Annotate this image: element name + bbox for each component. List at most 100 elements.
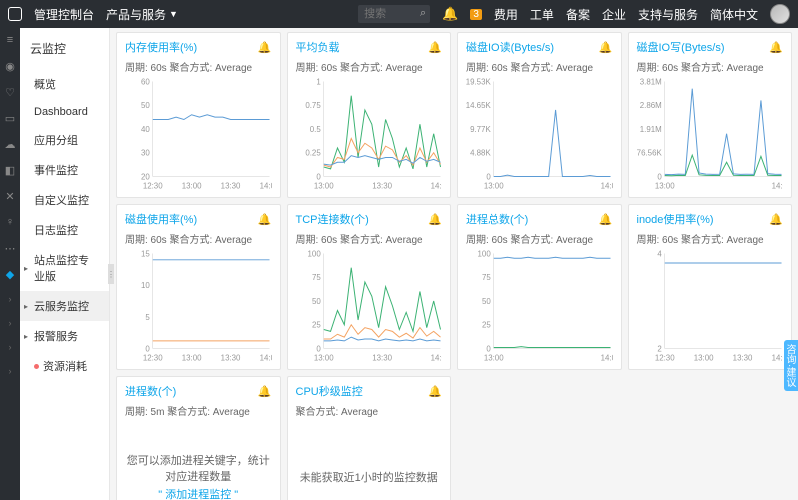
svg-text:50: 50 <box>482 297 491 306</box>
card-inode: inode使用率(%)🔔周期: 60s 聚合方式: Average4212:30… <box>628 204 793 370</box>
card-title[interactable]: TCP连接数(个) <box>296 211 369 227</box>
card-period: 周期: 5m 聚合方式: Average <box>125 403 272 418</box>
card-period: 周期: 60s 聚合方式: Average <box>466 231 613 246</box>
brand-icon <box>8 7 22 21</box>
caret-icon: ▸ <box>24 332 28 341</box>
svg-text:12:30: 12:30 <box>143 353 163 362</box>
card-tcp: TCP连接数(个)🔔周期: 60s 聚合方式: Average100755025… <box>287 204 452 370</box>
nav-lang[interactable]: 简体中文 <box>710 6 758 23</box>
card-message: 您可以添加进程关键字，统计对应进程数量" 添加进程监控 " <box>125 418 272 500</box>
card-title[interactable]: 磁盘IO写(Bytes/s) <box>637 39 725 55</box>
rail-arrow-1[interactable]: › <box>9 294 12 304</box>
rail-monitor-icon[interactable]: ◆ <box>4 268 16 280</box>
rail-menu-icon[interactable]: ≡ <box>4 34 16 46</box>
rail-user-icon[interactable]: ♀ <box>4 216 16 228</box>
svg-text:12:30: 12:30 <box>654 353 674 362</box>
svg-text:0: 0 <box>486 344 491 353</box>
nav-billing[interactable]: 费用 <box>494 6 518 23</box>
nav-enterprise[interactable]: 企业 <box>602 6 626 23</box>
card-title[interactable]: inode使用率(%) <box>637 211 714 227</box>
bell-icon[interactable]: 🔔 <box>258 385 272 398</box>
bell-icon[interactable]: 🔔 <box>258 41 272 54</box>
rail-heart-icon[interactable]: ♡ <box>4 86 16 98</box>
card-load: 平均负载🔔周期: 60s 聚合方式: Average10.750.50.2501… <box>287 32 452 198</box>
bell-icon[interactable]: 🔔 <box>599 41 613 54</box>
search-icon[interactable]: ⌕ <box>420 7 426 20</box>
card-title[interactable]: 进程总数(个) <box>466 211 528 227</box>
svg-text:40: 40 <box>141 125 150 134</box>
sidebar-item-1[interactable]: Dashboard <box>20 99 109 125</box>
svg-text:25: 25 <box>482 321 491 330</box>
sidebar-item-2[interactable]: 应用分组 <box>20 125 109 155</box>
card-period: 周期: 60s 聚合方式: Average <box>296 231 443 246</box>
sidebar-item-3[interactable]: 事件监控 <box>20 155 109 185</box>
card-diskuse: 磁盘使用率(%)🔔周期: 60s 聚合方式: Average15105012:3… <box>116 204 281 370</box>
card-title[interactable]: 进程数(个) <box>125 383 176 399</box>
rail-arrow-4[interactable]: › <box>9 366 12 376</box>
svg-text:100: 100 <box>307 250 321 258</box>
rail-arrow-2[interactable]: › <box>9 318 12 328</box>
feedback-tab[interactable]: 咨询·建议 <box>784 340 798 391</box>
bell-icon[interactable]: 🔔 <box>428 385 442 398</box>
rail-home-icon[interactable]: ◉ <box>4 60 16 72</box>
rail-cloud-icon[interactable]: ☁ <box>4 138 16 150</box>
svg-text:14:00: 14:00 <box>260 181 272 190</box>
chart-area: 100755025013:0013:3014:00 <box>296 250 443 364</box>
rail-net-icon[interactable]: ✕ <box>4 190 16 202</box>
sidebar-toggle[interactable]: ⋮ <box>108 264 114 284</box>
svg-text:13:30: 13:30 <box>221 353 241 362</box>
sidebar-item-8[interactable]: ▸报警服务 <box>20 321 109 351</box>
notifications-badge[interactable]: 3 <box>470 9 482 20</box>
rail-dash-icon[interactable]: ▭ <box>4 112 16 124</box>
card-period: 周期: 60s 聚合方式: Average <box>466 59 613 74</box>
bell-icon[interactable]: 🔔 <box>258 213 272 226</box>
rail-db-icon[interactable]: ◧ <box>4 164 16 176</box>
sidebar-item-label: 自定义监控 <box>34 192 89 208</box>
card-period: 周期: 60s 聚合方式: Average <box>637 59 784 74</box>
bell-icon[interactable]: 🔔 <box>428 41 442 54</box>
card-title[interactable]: 平均负载 <box>296 39 340 55</box>
svg-text:13:00: 13:00 <box>313 353 333 362</box>
rail-more-icon[interactable]: ⋯ <box>4 242 16 254</box>
chart-area: 10.750.50.25013:0013:3014:00 <box>296 78 443 192</box>
products-menu[interactable]: 产品与服务 ▼ <box>106 6 178 23</box>
svg-text:13:30: 13:30 <box>221 181 241 190</box>
svg-text:0: 0 <box>145 344 150 353</box>
bell-icon[interactable]: 🔔 <box>769 41 783 54</box>
svg-text:1.91M: 1.91M <box>639 125 661 134</box>
content: 内存使用率(%)🔔周期: 60s 聚合方式: Average6050403020… <box>110 28 798 500</box>
sidebar-item-9[interactable]: 资源消耗 <box>20 351 109 381</box>
bell-icon[interactable]: 🔔 <box>428 213 442 226</box>
sidebar-item-4[interactable]: 自定义监控 <box>20 185 109 215</box>
sidebar-item-label: 应用分组 <box>34 132 78 148</box>
bell-icon[interactable]: 🔔 <box>769 213 783 226</box>
card-diskwrite: 磁盘IO写(Bytes/s) 🔔 周期: 60s 聚合方式: Average 3.81… <box>628 32 793 198</box>
notifications-bell[interactable]: 🔔 <box>442 6 458 22</box>
bell-icon[interactable]: 🔔 <box>599 213 613 226</box>
svg-text:0: 0 <box>316 172 321 181</box>
sidebar-item-6[interactable]: ▸站点监控专业版 <box>20 245 109 291</box>
sidebar-item-0[interactable]: 概览 <box>20 69 109 99</box>
chart-area: 100755025013:0014:00 <box>466 250 613 364</box>
card-title[interactable]: 磁盘使用率(%) <box>125 211 197 227</box>
main: ≡ ◉ ♡ ▭ ☁ ◧ ✕ ♀ ⋯ ◆ › › › › 云监控 概览 Dashbo… <box>0 28 798 500</box>
svg-text:13:30: 13:30 <box>372 181 392 190</box>
card-mem: 内存使用率(%)🔔周期: 60s 聚合方式: Average6050403020… <box>116 32 281 198</box>
sidebar-title: 云监控 <box>20 28 109 69</box>
svg-text:60: 60 <box>141 78 150 86</box>
card-title[interactable]: CPU秒级监控 <box>296 383 363 399</box>
nav-support[interactable]: 支持与服务 <box>638 6 698 23</box>
nav-beian[interactable]: 备案 <box>566 6 590 23</box>
card-title[interactable]: 内存使用率(%) <box>125 39 197 55</box>
avatar[interactable] <box>770 4 790 24</box>
sidebar-item-label: Dashboard <box>34 106 88 118</box>
svg-text:75: 75 <box>311 273 320 282</box>
sidebar: 云监控 概览 Dashboard 应用分组事件监控自定义监控日志监控▸站点监控专业版… <box>20 28 110 500</box>
card-title[interactable]: 磁盘IO读(Bytes/s) <box>466 39 554 55</box>
rail-arrow-3[interactable]: › <box>9 342 12 352</box>
sidebar-item-7[interactable]: ▸云服务监控 <box>20 291 109 321</box>
msg-link[interactable]: " 添加进程监控 " <box>158 486 238 500</box>
sidebar-item-5[interactable]: 日志监控 <box>20 215 109 245</box>
nav-tickets[interactable]: 工单 <box>530 6 554 23</box>
svg-text:3.81M: 3.81M <box>639 78 661 86</box>
